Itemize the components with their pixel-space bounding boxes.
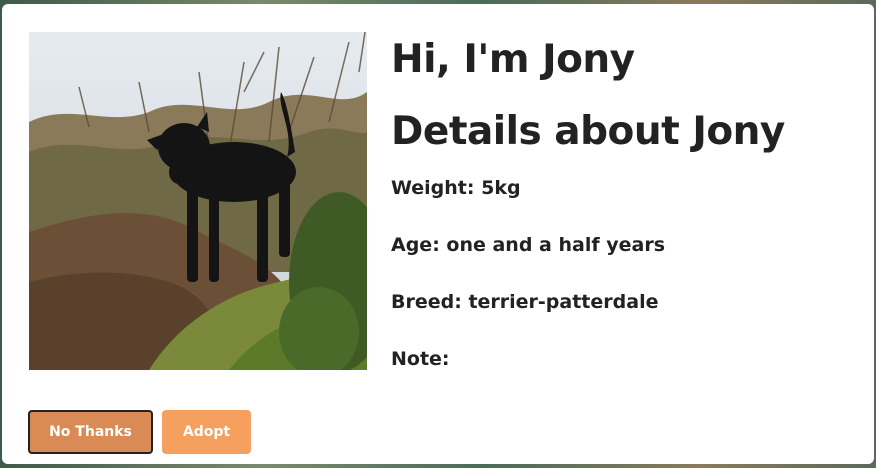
pet-info: Hi, I'm Jony Details about Jony Weight: … <box>391 34 861 371</box>
pet-note: Note: <box>391 348 450 370</box>
no-thanks-button[interactable]: No Thanks <box>28 410 153 454</box>
details-heading: Details about Jony <box>391 109 785 154</box>
pet-breed: Breed: terrier-patterdale <box>391 291 659 313</box>
pet-age: Age: one and a half years <box>391 234 665 256</box>
pet-weight: Weight: 5kg <box>391 177 521 199</box>
pet-greeting: Hi, I'm Jony <box>391 37 635 82</box>
pet-photo <box>29 32 367 370</box>
pet-detail-modal: Hi, I'm Jony Details about Jony Weight: … <box>2 4 874 464</box>
adopt-button[interactable]: Adopt <box>162 410 251 454</box>
